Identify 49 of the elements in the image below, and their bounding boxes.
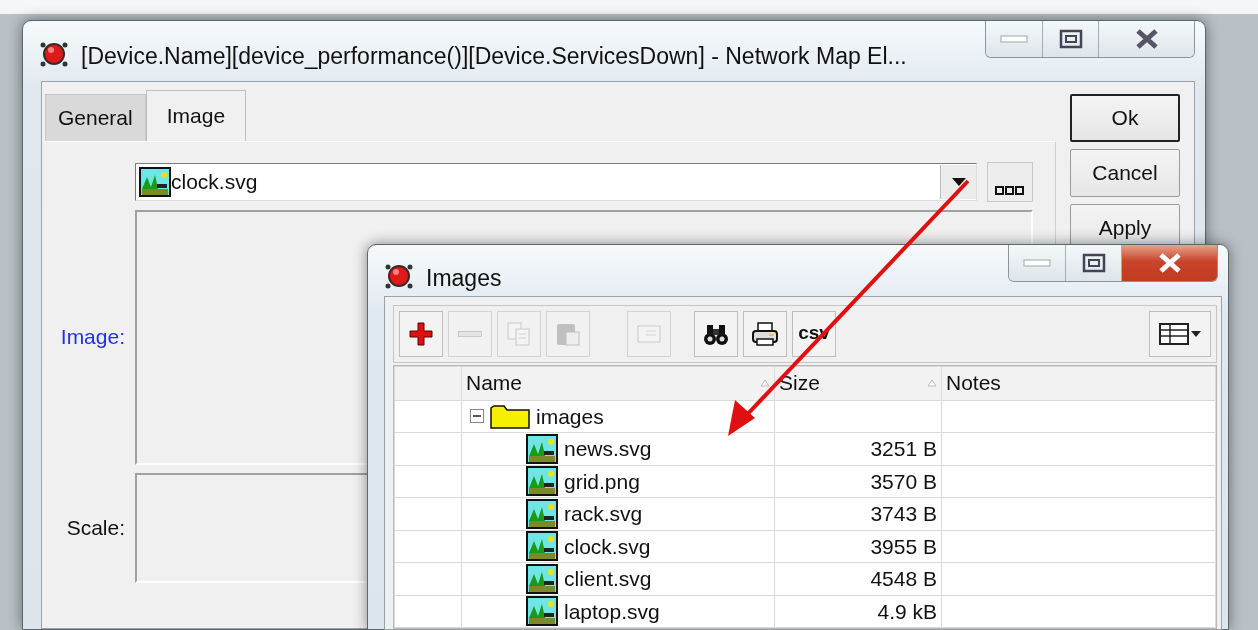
toolbar-button[interactable] xyxy=(694,310,738,357)
field-label: Scale: xyxy=(66,514,126,541)
collapse-icon[interactable] xyxy=(470,409,484,424)
close-button[interactable] xyxy=(1121,245,1217,281)
image-file-icon xyxy=(526,531,558,562)
dialog-button[interactable]: Cancel xyxy=(1070,149,1180,197)
image-dropdown[interactable]: clock.svg xyxy=(135,162,977,201)
minimize-icon xyxy=(1000,34,1028,44)
column-header[interactable]: Size xyxy=(774,366,942,400)
maximize-button[interactable] xyxy=(1042,21,1098,57)
image-file-icon xyxy=(139,166,171,197)
field-label: Image: xyxy=(60,324,126,351)
close-button[interactable] xyxy=(1098,21,1194,57)
window-title: Images xyxy=(426,264,502,293)
image-file-icon xyxy=(526,563,558,594)
browse-button[interactable] xyxy=(987,161,1033,202)
printer-icon xyxy=(751,319,779,348)
view-menu-button[interactable] xyxy=(1149,310,1211,357)
toolbar-button[interactable] xyxy=(743,310,787,357)
table-cell: 3955 B xyxy=(774,530,942,563)
image-file-icon xyxy=(526,466,558,497)
table-cell: 3251 B xyxy=(774,432,942,465)
minimize-icon xyxy=(1023,258,1051,268)
sort-arrow-icon xyxy=(927,379,937,387)
table-cell: 4548 B xyxy=(774,562,942,595)
maximize-icon xyxy=(1081,253,1106,273)
minus-icon xyxy=(458,330,482,337)
copy-icon xyxy=(505,319,533,348)
column-header[interactable]: Name xyxy=(461,366,775,400)
image-file-icon xyxy=(526,498,558,529)
maximize-button[interactable] xyxy=(1065,245,1121,281)
table-cell: 3743 B xyxy=(774,497,942,530)
table-cell: 4.9 kB xyxy=(774,595,942,628)
tab[interactable]: Image xyxy=(145,90,247,141)
toolbar-button[interactable] xyxy=(399,310,443,357)
dropdown-value: clock.svg xyxy=(171,168,258,195)
caret-icon xyxy=(950,176,967,187)
tab[interactable]: General xyxy=(45,94,146,141)
image-file-icon xyxy=(526,596,558,627)
ellipsis-icon xyxy=(995,184,1025,195)
folder-icon xyxy=(490,403,530,430)
window-title: [Device.Name][device_performance()][Device.ServicesDown] - Network Map El... xyxy=(81,42,907,71)
column-header[interactable]: Notes xyxy=(941,366,1216,400)
maximize-icon xyxy=(1058,29,1083,49)
sort-arrow-icon xyxy=(760,379,770,387)
dialog-button[interactable]: Ok xyxy=(1070,94,1180,142)
table-cell: 3570 B xyxy=(774,465,942,498)
plus-icon xyxy=(407,319,435,348)
image-file-icon xyxy=(526,433,558,464)
